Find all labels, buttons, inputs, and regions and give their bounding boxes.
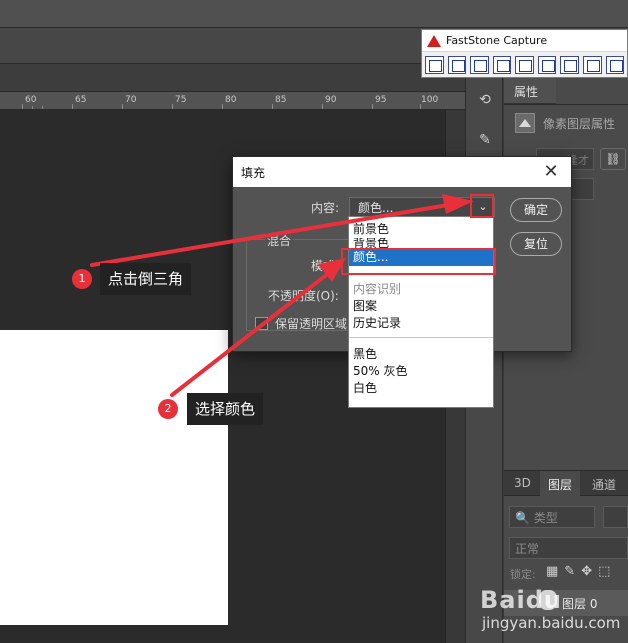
step2-badge: 2 <box>158 399 178 419</box>
close-icon[interactable]: ✕ <box>541 162 561 182</box>
highlight-box-arrow <box>470 194 494 218</box>
content-dropdown-list: 前景色 背景色 颜色... 内容识别 图案 历史记录 黑色 50% 灰色 白色 <box>348 216 494 408</box>
history-icon[interactable]: ⟲ <box>475 90 495 110</box>
fill-dialog-title-bar: 填充 ✕ <box>233 157 571 187</box>
document-canvas[interactable] <box>0 330 228 625</box>
tab-channels[interactable]: 通道 <box>592 476 616 493</box>
brush-settings-icon[interactable]: ✎ <box>475 130 495 150</box>
layer-filter-input[interactable]: 🔍 类型 <box>509 506 595 528</box>
document-tab-bar <box>0 64 465 92</box>
layer-blend-mode-select[interactable]: 正常 <box>509 537 628 559</box>
menu-bar <box>0 0 628 28</box>
search-icon: 🔍 <box>515 511 530 525</box>
option-black[interactable]: 黑色 <box>349 346 493 363</box>
horizontal-ruler: 60 65 70 75 80 85 90 95 100 <box>0 92 465 110</box>
faststone-title-bar: FastStone Capture <box>422 30 627 52</box>
option-pattern[interactable]: 图案 <box>349 298 493 315</box>
highlight-box-color-option <box>341 248 496 275</box>
tab-properties[interactable]: 属性 <box>504 78 556 104</box>
tab-layers[interactable]: 图层 <box>540 471 581 497</box>
step1-badge: 1 <box>72 269 92 289</box>
ruler-tick: 70 <box>125 95 137 105</box>
layer-filter-placeholder: 类型 <box>533 511 558 525</box>
lock-artboard-icon[interactable]: ⬚ <box>598 564 610 579</box>
open-file-icon[interactable] <box>425 56 444 74</box>
option-content-aware[interactable]: 内容识别 <box>349 281 493 298</box>
faststone-logo-icon <box>427 34 441 47</box>
ruler-tick: 65 <box>75 95 87 105</box>
layer-filter-options[interactable] <box>603 506 628 528</box>
reset-button[interactable]: 复位 <box>510 232 562 256</box>
layers-panel-tabs: 3D 图层 通道 <box>504 470 628 497</box>
blend-group-label: 混合 <box>265 232 294 249</box>
ok-button[interactable]: 确定 <box>510 198 562 222</box>
mode-label: 模式: <box>311 259 340 273</box>
lock-pixels-icon[interactable]: ✎ <box>564 564 575 579</box>
lock-label: 锁定: <box>510 568 536 581</box>
content-label: 内容: <box>311 201 340 215</box>
step1-callout: 点击倒三角 <box>100 263 192 295</box>
faststone-tools <box>422 52 627 78</box>
ruler-tick: 100 <box>421 95 439 105</box>
capture-fullscreen-icon[interactable] <box>537 56 557 74</box>
capture-scrolling-icon[interactable] <box>560 56 579 74</box>
faststone-title: FastStone Capture <box>446 34 548 47</box>
watermark-url: jingyan.baidu.com <box>482 614 621 632</box>
fill-dialog-title: 填充 <box>241 165 266 180</box>
properties-subtitle: 像素图层属性 <box>543 116 616 131</box>
faststone-capture-window: FastStone Capture <box>421 29 628 78</box>
capture-object-icon[interactable] <box>470 56 489 74</box>
baidu-paw-icon <box>539 590 557 610</box>
tab-3d[interactable]: 3D <box>514 476 531 490</box>
link-icon[interactable]: ⛓ <box>600 148 626 170</box>
lock-icons: ▦ ✎ ✥ ⬚ <box>546 564 610 579</box>
option-history[interactable]: 历史记录 <box>349 315 493 332</box>
pixel-layer-icon <box>515 113 535 133</box>
ruler-tick: 90 <box>325 95 337 105</box>
opacity-label: 不透明度(O): <box>268 289 339 303</box>
dropdown-separator <box>349 337 493 338</box>
capture-window-icon[interactable] <box>447 56 467 74</box>
preserve-transparency-checkbox[interactable] <box>255 317 268 330</box>
panel-tab-divider <box>504 104 628 105</box>
preserve-transparency-label: 保留透明区域 <box>275 317 348 331</box>
capture-fixed-region-icon[interactable] <box>582 56 602 74</box>
screen-recorder-icon[interactable] <box>605 56 625 74</box>
ruler-tick: 60 <box>25 95 37 105</box>
capture-freehand-icon[interactable] <box>515 56 534 74</box>
ruler-tick: 85 <box>275 95 287 105</box>
lock-transparency-icon[interactable]: ▦ <box>546 564 558 579</box>
lock-position-icon[interactable]: ✥ <box>581 564 592 579</box>
option-foreground-color[interactable]: 前景色 <box>349 221 493 238</box>
ruler-tick: 95 <box>375 95 387 105</box>
properties-header: 像素图层属性 <box>515 112 615 134</box>
ruler-tick: 75 <box>175 95 187 105</box>
ruler-tick: 80 <box>225 95 237 105</box>
option-white[interactable]: 白色 <box>349 380 493 397</box>
capture-rectangle-icon[interactable] <box>492 56 512 74</box>
option-50-gray[interactable]: 50% 灰色 <box>349 363 493 380</box>
step2-callout: 选择颜色 <box>187 393 264 425</box>
